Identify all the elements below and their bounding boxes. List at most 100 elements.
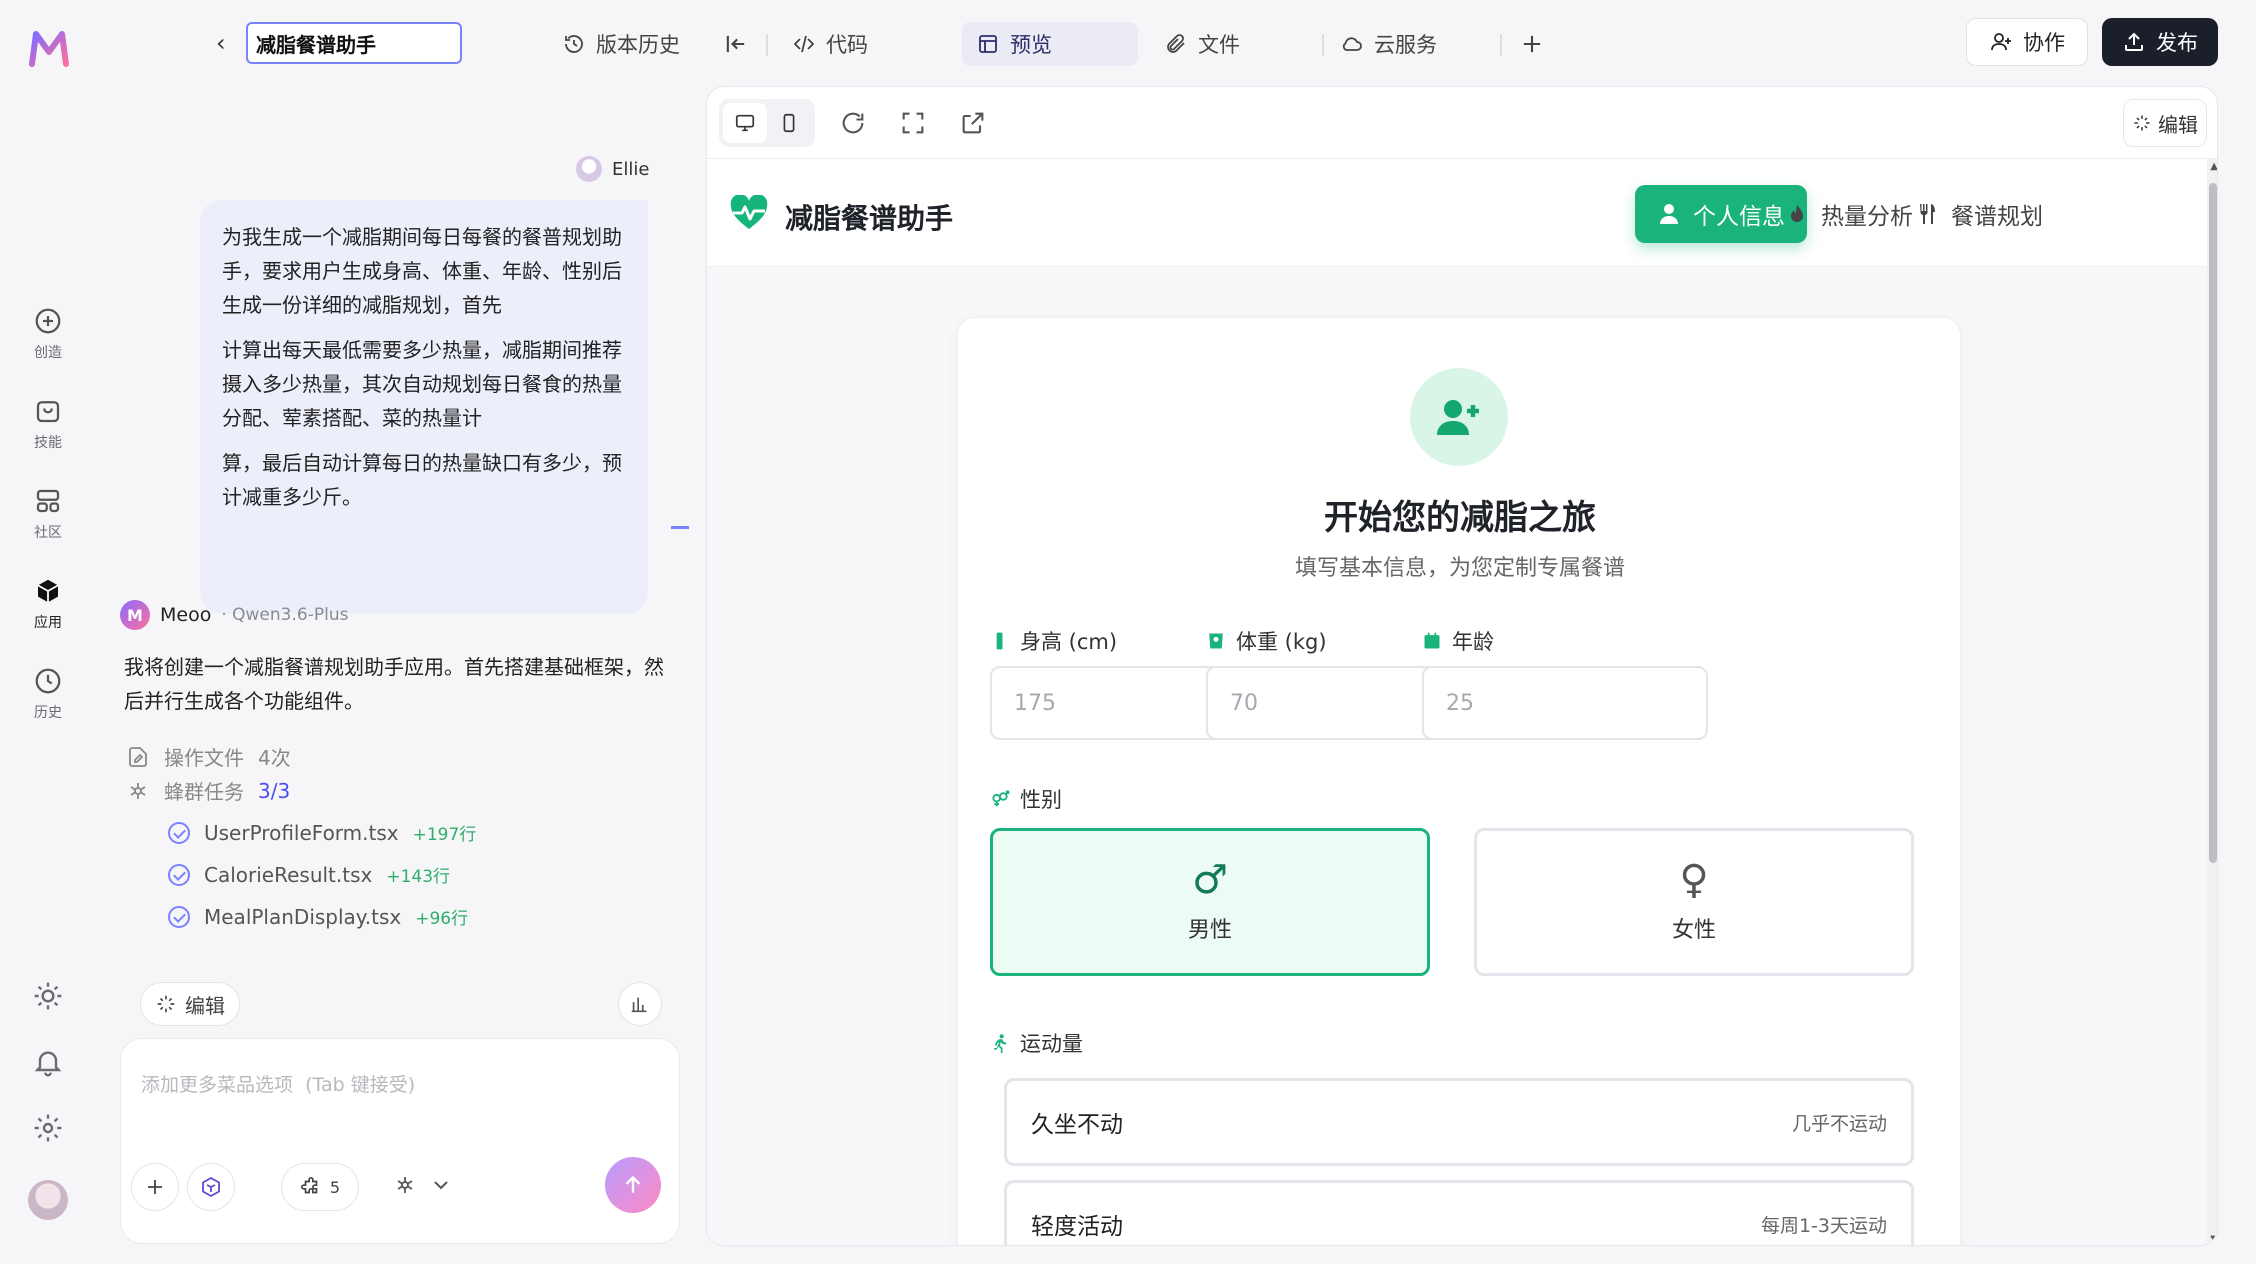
preview-tab[interactable]: 预览: [962, 22, 1138, 66]
scroll-marker: [671, 526, 689, 529]
sun-icon[interactable]: [32, 980, 64, 1012]
weight-label-text: 体重 (kg): [1236, 630, 1327, 654]
sparkle-icon: [2134, 115, 2150, 131]
code-tab[interactable]: 代码: [778, 22, 882, 66]
edit-mode-chip[interactable]: 编辑: [140, 982, 240, 1026]
plus-circle-icon: [35, 308, 61, 334]
user-avatar[interactable]: [28, 1180, 68, 1220]
paperclip-icon: [1167, 34, 1185, 53]
gender-male-option[interactable]: ♂ 男性: [990, 828, 1430, 976]
desktop-view-button[interactable]: [723, 103, 767, 143]
task-item[interactable]: CalorieResult.tsx +143行: [168, 862, 450, 887]
rail-item-create[interactable]: 创造: [0, 306, 96, 362]
gear-icon[interactable]: [32, 1112, 64, 1144]
model-icon: [202, 1176, 220, 1198]
weight-label: 体重 (kg): [1206, 626, 1327, 656]
attach-button[interactable]: [131, 1163, 179, 1211]
file-edit-icon: [129, 746, 147, 767]
age-label: 年龄: [1422, 626, 1494, 656]
scroll-up-arrow[interactable]: ▲: [2210, 161, 2217, 172]
scale-icon: [1209, 633, 1223, 649]
bot-model: · Qwen3.6-Plus: [221, 605, 349, 625]
activity-option[interactable]: 轻度活动 每周1-3天运动: [1004, 1180, 1914, 1245]
preview-edit-button[interactable]: 编辑: [2123, 99, 2207, 147]
flame-icon: [1791, 204, 1803, 222]
user-message-line: 算，最后自动计算每日的热量缺口有多少，预计减重多少斤。: [222, 451, 622, 509]
back-button[interactable]: ‹: [216, 28, 240, 58]
age-input[interactable]: [1422, 666, 1708, 740]
preview-scrollbar[interactable]: ▲ ▼: [2207, 159, 2217, 1245]
activity-label-text: 运动量: [1020, 1032, 1083, 1056]
swarm-task-count: 3/3: [258, 778, 291, 803]
gender-label-text: 性别: [1020, 788, 1062, 812]
skills-button[interactable]: 5: [281, 1163, 359, 1211]
mobile-view-button[interactable]: [767, 103, 811, 143]
rail-label: 创造: [34, 345, 62, 361]
gender-female-label: 女性: [1671, 918, 1716, 943]
swarm-mode-select[interactable]: [393, 1173, 453, 1197]
collaborate-button[interactable]: 协作: [1966, 18, 2088, 66]
send-button[interactable]: [605, 1157, 661, 1213]
height-label: 身高 (cm): [990, 626, 1117, 656]
device-toggle: [719, 99, 815, 147]
user-icon: [1660, 204, 1678, 224]
bot-message-header: M Meoo · Qwen3.6-Plus: [120, 600, 348, 630]
puzzle-icon: [300, 1177, 318, 1194]
nav-meal-plan[interactable]: 餐谱规划: [1893, 185, 2065, 243]
rail-item-skills[interactable]: 技能: [0, 396, 96, 452]
monitor-icon: [735, 114, 755, 132]
file-ops-count: 4次: [258, 746, 291, 770]
chat-input[interactable]: [141, 1055, 661, 1115]
model-button[interactable]: [187, 1163, 235, 1211]
hero-subtitle: 填写基本信息，为您定制专属餐谱: [1294, 556, 1625, 581]
user-avatar-small: [576, 156, 602, 182]
cloud-tab[interactable]: 云服务: [1326, 22, 1451, 66]
phone-icon: [783, 113, 795, 133]
project-title-input[interactable]: [246, 22, 462, 64]
divider: [1322, 34, 1324, 56]
preview-panel: 编辑 减脂餐谱助手 个人信息 热量分析 餐谱规划 开始您的减脂之旅 填写基本信息…: [706, 86, 2218, 1246]
collapse-panel-icon[interactable]: [722, 30, 750, 58]
rail-item-history[interactable]: 历史: [0, 666, 96, 722]
file-ops-row[interactable]: 操作文件 4次: [126, 742, 291, 771]
file-ops-label: 操作文件: [164, 746, 244, 770]
task-lines-added: +96行: [415, 909, 469, 929]
ruler-icon: [996, 632, 1003, 650]
activity-option-label: 轻度活动: [1031, 1214, 1123, 1240]
scrollbar-thumb[interactable]: [2209, 183, 2217, 863]
bar-chart-icon: [631, 997, 647, 1013]
preview-edit-label: 编辑: [2158, 112, 2198, 137]
external-link-icon[interactable]: [959, 109, 987, 137]
activity-option[interactable]: 久坐不动 几乎不运动: [1004, 1078, 1914, 1166]
activity-label: 运动量: [990, 1028, 1083, 1058]
layout-icon: [979, 35, 997, 53]
preview-toolbar: 编辑: [707, 87, 2217, 159]
scroll-down-arrow[interactable]: ▼: [2210, 1234, 2217, 1245]
add-user-icon: [1991, 33, 2011, 51]
task-item[interactable]: UserProfileForm.tsx +197行: [168, 820, 476, 845]
app-header: 减脂餐谱助手 个人信息 热量分析 餐谱规划: [707, 159, 2207, 267]
publish-button[interactable]: 发布: [2102, 18, 2218, 66]
cube-icon: [37, 579, 59, 603]
gender-icon: [992, 790, 1010, 807]
stats-button[interactable]: [618, 982, 662, 1026]
skills-count: 5: [329, 1177, 341, 1197]
refresh-icon[interactable]: [839, 109, 867, 137]
bot-name: Meoo: [160, 604, 212, 626]
add-user-icon: [1437, 400, 1479, 435]
swarm-task-label: 蜂群任务: [164, 780, 244, 804]
task-item[interactable]: MealPlanDisplay.tsx +96行: [168, 904, 468, 929]
plus-icon: [148, 1180, 162, 1194]
cloud-icon: [1342, 37, 1362, 51]
bell-icon[interactable]: [32, 1046, 64, 1078]
version-history-button[interactable]: 版本历史: [548, 22, 694, 66]
app-logo[interactable]: [26, 26, 72, 72]
add-tab-icon[interactable]: [1518, 30, 1546, 58]
fullscreen-icon[interactable]: [899, 109, 927, 137]
swarm-task-row[interactable]: 蜂群任务 3/3: [126, 776, 290, 805]
calendar-icon: [1424, 632, 1440, 649]
rail-item-community[interactable]: 社区: [0, 486, 96, 542]
files-tab[interactable]: 文件: [1150, 22, 1254, 66]
rail-item-apps[interactable]: 应用: [0, 576, 96, 632]
gender-female-option[interactable]: ♀ 女性: [1474, 828, 1914, 976]
